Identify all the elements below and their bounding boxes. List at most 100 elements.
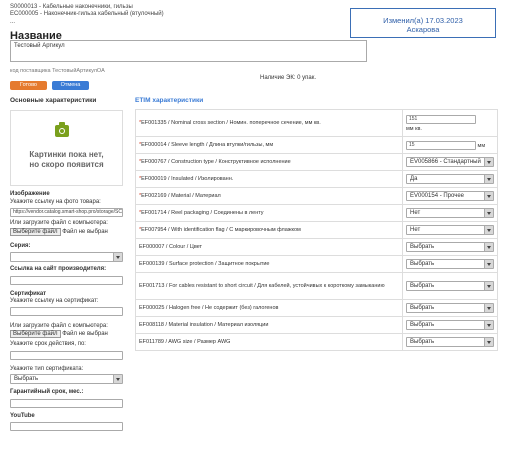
supplier-code: код поставщика ТестовыйАртикулОА xyxy=(10,68,105,74)
etim-select[interactable]: Выбрать xyxy=(406,320,494,330)
file-status: Файл не выбран xyxy=(62,331,108,337)
table-row: *EF001714 / Reel packaging / Соединены в… xyxy=(135,204,498,222)
chevron-down-icon xyxy=(484,304,493,312)
etim-select-value: Нет xyxy=(410,227,421,233)
etim-label-text: EF000019 / Insulated / Изолированн. xyxy=(141,176,234,182)
etim-select[interactable]: Выбрать xyxy=(406,259,494,269)
image-file-picker[interactable]: Выберите файл Файл не выбран xyxy=(10,228,108,236)
etim-select-value: Выбрать xyxy=(410,244,435,250)
etim-label: EF000007 / Colour / Цвет xyxy=(135,238,403,256)
etim-select[interactable]: Выбрать xyxy=(406,303,494,313)
save-button[interactable]: Готово xyxy=(10,81,47,90)
chevron-down-icon xyxy=(484,175,493,183)
etim-value: Да xyxy=(402,170,498,188)
etim-label: EF008118 / Material insulation / Материа… xyxy=(135,316,403,334)
breadcrumb: S0000013 - Кабельные наконечники, гильзы… xyxy=(10,4,164,26)
series-select[interactable] xyxy=(10,252,123,262)
etim-select-value: Выбрать xyxy=(410,261,435,267)
etim-label: EF000025 / Halogen free / Не содержит (б… xyxy=(135,299,403,317)
breadcrumb-more: ... xyxy=(10,18,16,25)
manufacturer-link-input[interactable] xyxy=(10,276,123,285)
certificate-link-input[interactable] xyxy=(10,307,123,316)
etim-input[interactable]: 15 xyxy=(406,140,476,150)
chevron-down-icon xyxy=(484,209,493,217)
table-row: EF000139 / Surface protection / Защитное… xyxy=(135,255,498,273)
etim-select-value: Выбрать xyxy=(410,339,435,345)
table-row: EF011789 / AWG size / Размер AWG Выбрать xyxy=(135,333,498,351)
main-characteristics-title: Основные характеристики xyxy=(10,97,97,104)
etim-unit: мм xyxy=(477,142,486,149)
image-placeholder xyxy=(10,110,123,186)
cancel-button[interactable]: Отмена xyxy=(52,81,89,90)
etim-input[interactable]: 151 xyxy=(406,114,476,124)
camera-icon xyxy=(55,122,69,137)
changed-info-box: Изменил(а) 17.03.2023 Аскарова xyxy=(350,8,496,38)
table-row: EF001713 / For cables resistant to short… xyxy=(135,272,498,300)
etim-label: *EF007954 / With identification flag / С… xyxy=(135,221,403,239)
chevron-down-icon xyxy=(484,226,493,234)
placeholder-line-2: но скоро появится xyxy=(29,160,104,169)
image-title: Изображение xyxy=(10,191,50,197)
stock-status: Наличие ЭК: 0 упак. xyxy=(260,75,317,81)
etim-label-text: EF007954 / With identification flag / С … xyxy=(141,227,301,233)
etim-value: Нет xyxy=(402,204,498,222)
etim-value: Выбрать xyxy=(402,255,498,273)
etim-label-text: EF002169 / Material / Материал xyxy=(141,193,221,199)
changed-date: Изменил(а) 17.03.2023 xyxy=(383,16,463,25)
chevron-down-icon xyxy=(113,375,122,383)
series-label: Серия: xyxy=(10,243,31,249)
etim-select[interactable]: EV000154 - Прочее xyxy=(406,191,494,201)
certificate-validity-input[interactable] xyxy=(10,351,123,360)
etim-label-text: EF001335 / Nominal cross section / Номин… xyxy=(141,120,321,126)
chevron-down-icon xyxy=(484,243,493,251)
table-row: EF008118 / Material insulation / Материа… xyxy=(135,316,498,334)
image-link-input[interactable]: https://vendor.catalog.smart-shop.pro/st… xyxy=(10,208,123,217)
etim-select[interactable]: Нет xyxy=(406,208,494,218)
etim-value: 151 мм кв. xyxy=(402,109,498,137)
file-status: Файл не выбран xyxy=(62,229,108,235)
manufacturer-link-label: Ссылка на сайт производителя: xyxy=(10,266,107,272)
table-row: *EF000767 / Construction type / Конструк… xyxy=(135,153,498,171)
chevron-down-icon xyxy=(484,158,493,166)
warranty-label: Гарантийный срок, мес.: xyxy=(10,389,84,395)
etim-title: ETIM характеристики xyxy=(135,97,204,104)
etim-label-text: EF000767 / Construction type / Конструкт… xyxy=(141,159,291,165)
table-row: *EF002169 / Material / Материал EV000154… xyxy=(135,187,498,205)
certificate-type-select[interactable]: Выбрать xyxy=(10,374,123,384)
etim-select[interactable]: EV005866 - Стандартный xyxy=(406,157,494,167)
choose-file-button[interactable]: Выберите файл xyxy=(10,330,61,338)
title-textarea[interactable]: Тестовый Артикул xyxy=(10,40,367,62)
etim-select[interactable]: Выбрать xyxy=(406,337,494,347)
youtube-input[interactable] xyxy=(10,422,123,431)
choose-file-button[interactable]: Выберите файл xyxy=(10,228,61,236)
etim-label: *EF000014 / Sleeve length / Длина втулки… xyxy=(135,136,403,154)
certificate-title: Сертификат xyxy=(10,291,47,297)
warranty-input[interactable] xyxy=(10,399,123,408)
etim-label: *EF001335 / Nominal cross section / Номи… xyxy=(135,109,403,137)
etim-select[interactable]: Выбрать xyxy=(406,281,494,291)
etim-value: Нет xyxy=(402,221,498,239)
etim-label: EF000139 / Surface protection / Защитное… xyxy=(135,255,403,273)
certificate-link-label: Укажите ссылку на сертификат: xyxy=(10,298,99,304)
etim-value: 15 мм xyxy=(402,136,498,154)
table-row: *EF000019 / Insulated / Изолированн. Да xyxy=(135,170,498,188)
chevron-down-icon xyxy=(484,321,493,329)
certificate-file-picker[interactable]: Выберите файл Файл не выбран xyxy=(10,330,108,338)
etim-value: Выбрать xyxy=(402,299,498,317)
etim-table: *EF001335 / Nominal cross section / Номи… xyxy=(135,109,498,351)
certificate-type-label: Укажите тип сертификата: xyxy=(10,366,84,372)
etim-select[interactable]: Да xyxy=(406,174,494,184)
changed-user: Аскарова xyxy=(406,25,440,34)
etim-value: EV005866 - Стандартный xyxy=(402,153,498,171)
etim-label-text: EF001714 / Reel packaging / Соединены в … xyxy=(141,210,264,216)
etim-select[interactable]: Нет xyxy=(406,225,494,235)
etim-unit: мм кв. xyxy=(406,125,422,132)
youtube-label: YouTube xyxy=(10,413,35,419)
image-placeholder-text: Картинки пока нет, но скоро появится xyxy=(10,150,123,170)
certificate-validity-label: Укажите срок действия, по: xyxy=(10,341,86,347)
certificate-type-value: Выбрать xyxy=(14,376,39,382)
etim-select[interactable]: Выбрать xyxy=(406,242,494,252)
etim-select-value: Выбрать xyxy=(410,283,435,289)
etim-select-value: Нет xyxy=(410,210,421,216)
chevron-down-icon xyxy=(484,338,493,346)
